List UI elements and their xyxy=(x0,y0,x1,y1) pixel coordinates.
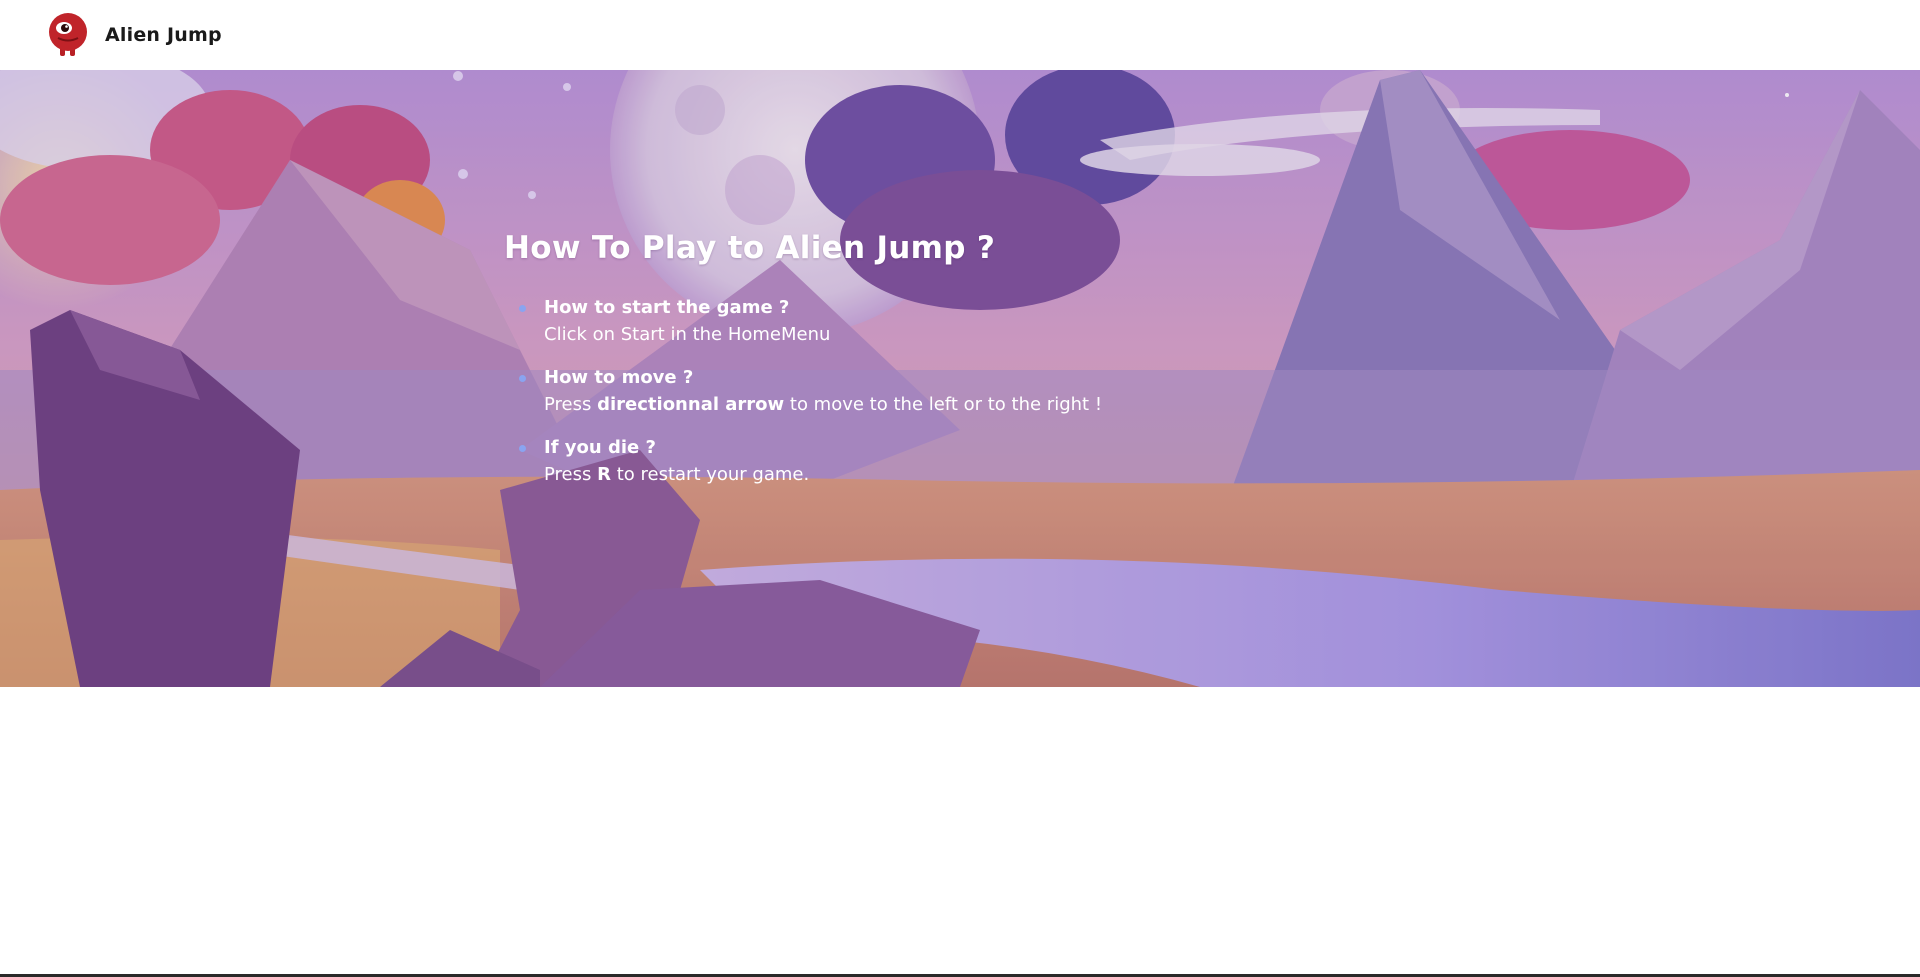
bullet-icon xyxy=(519,375,526,382)
step-answer: Press R to restart your game. xyxy=(544,461,1102,489)
page-title: How To Play to Alien Jump ? xyxy=(504,230,996,266)
step-answer-suffix: to move to the left or to the right ! xyxy=(784,394,1103,415)
step-answer: Click on Start in the HomeMenu xyxy=(544,324,831,345)
alien-logo-icon xyxy=(49,13,87,56)
bullet-icon xyxy=(519,445,526,452)
key-highlight: R xyxy=(597,464,611,485)
step-answer-suffix: to restart your game. xyxy=(610,464,810,485)
home-brand-link[interactable]: Alien Jump xyxy=(48,12,222,58)
how-to-play-hero: How To Play to Alien Jump ? How to start… xyxy=(0,70,1920,687)
step-question: How to move ? xyxy=(544,367,694,388)
step-answer-prefix: Press xyxy=(544,394,598,415)
instructions-list: How to start the game ? Click on Start i… xyxy=(504,294,1102,489)
top-navbar: Alien Jump xyxy=(0,0,1920,70)
step-question: If you die ? xyxy=(544,437,656,458)
bullet-icon xyxy=(519,305,526,312)
step-answer-prefix: Press xyxy=(544,464,598,485)
list-item: How to start the game ? Click on Start i… xyxy=(504,294,1102,349)
list-item: If you die ? Press R to restart your gam… xyxy=(504,434,1102,489)
app-title: Alien Jump xyxy=(105,24,222,46)
step-question: How to start the game ? xyxy=(544,297,790,318)
list-item: How to move ? Press directionnal arrow t… xyxy=(504,364,1102,419)
key-highlight: directionnal arrow xyxy=(597,394,785,415)
step-answer: Press directionnal arrow to move to the … xyxy=(544,391,1102,419)
how-to-play-panel: How To Play to Alien Jump ? How to start… xyxy=(504,230,1102,504)
